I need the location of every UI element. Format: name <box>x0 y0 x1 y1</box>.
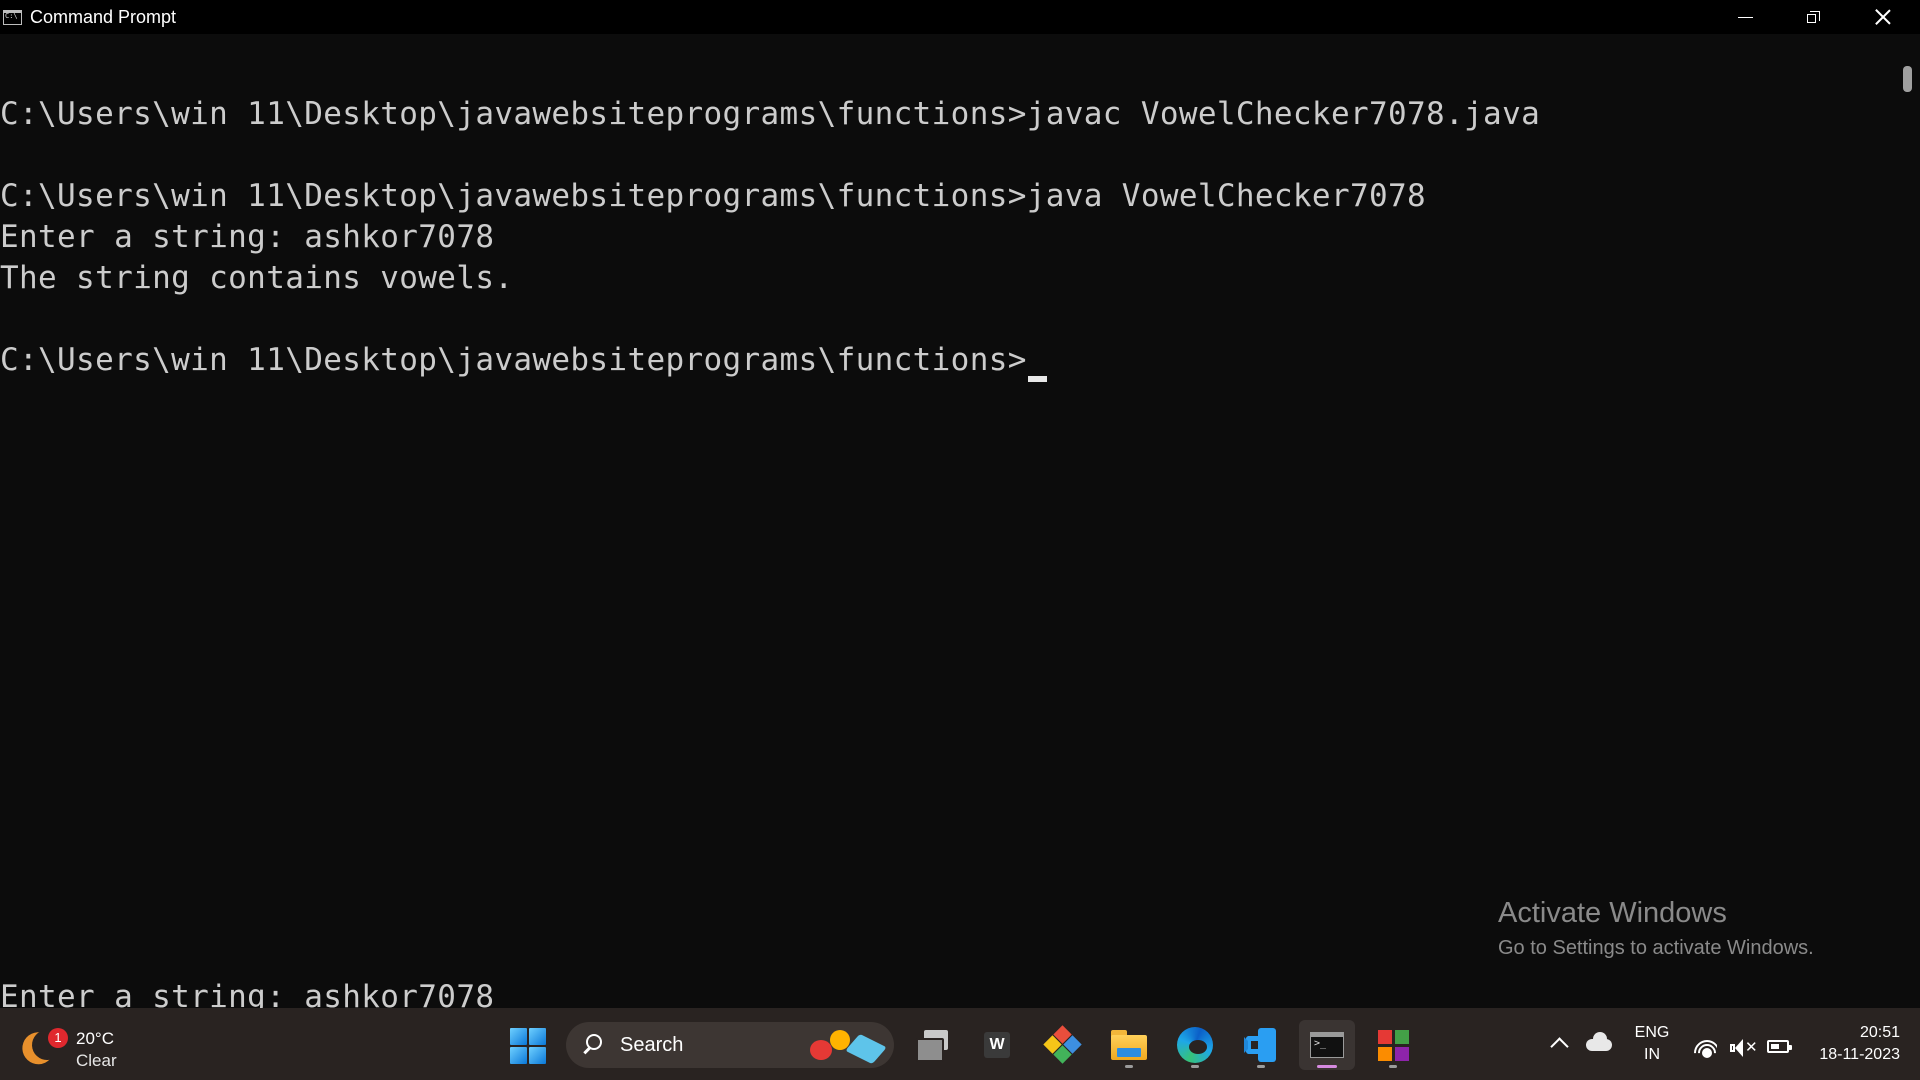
weather-badge: 1 <box>48 1028 68 1048</box>
windows-logo-icon <box>529 1028 546 1045</box>
apple-icon <box>810 1040 832 1060</box>
activation-watermark: Activate Windows Go to Settings to activ… <box>1498 895 1814 961</box>
running-indicator <box>1257 1065 1265 1068</box>
taskbar-search[interactable]: Search <box>566 1022 894 1068</box>
clock[interactable]: 20:51 18-11-2023 <box>1798 1022 1920 1066</box>
cmd-icon <box>3 10 22 25</box>
watermark-subtitle: Go to Settings to activate Windows. <box>1498 937 1814 959</box>
active-indicator <box>1317 1065 1337 1068</box>
tile-icon <box>845 1033 887 1065</box>
vertical-scrollbar[interactable] <box>1895 34 1920 1008</box>
office-icon <box>1377 1029 1409 1061</box>
windows-logo-icon <box>510 1028 527 1045</box>
clock-time: 20:51 <box>1859 1024 1900 1041</box>
start-button[interactable] <box>510 1028 546 1064</box>
taskbar-app-edge[interactable] <box>1167 1020 1223 1070</box>
text-cursor <box>1027 376 1047 382</box>
window-title: Command Prompt <box>30 7 177 27</box>
task-view-icon <box>914 1030 950 1062</box>
weather-condition: Clear <box>76 1051 117 1070</box>
windows-logo-icon <box>529 1047 546 1064</box>
windows-logo-icon <box>510 1047 527 1064</box>
console-line: C:\Users\win 11\Desktop\javawebsiteprogr… <box>0 178 1427 214</box>
word-icon: W <box>984 1032 1010 1058</box>
running-indicator <box>1191 1065 1199 1068</box>
edge-icon <box>1177 1027 1213 1063</box>
search-label: Search <box>620 1034 684 1056</box>
close-button[interactable] <box>1848 0 1918 34</box>
minimize-icon <box>1737 16 1753 18</box>
restore-button[interactable] <box>1778 0 1848 34</box>
console-line: Enter a string: ashkor7078 <box>0 219 495 255</box>
taskbar-app-vscode[interactable] <box>1233 1020 1289 1070</box>
volume-muted-icon[interactable]: ✕ <box>1730 1038 1758 1058</box>
close-icon <box>1875 9 1891 25</box>
onedrive-cloud-icon[interactable] <box>1586 1032 1612 1051</box>
battery-icon[interactable] <box>1767 1040 1792 1053</box>
vscode-icon <box>1244 1028 1278 1062</box>
search-highlight-icon <box>810 1028 890 1065</box>
scrollbar-thumb[interactable] <box>1903 66 1912 92</box>
chevron-up-icon[interactable] <box>1550 1037 1569 1056</box>
taskbar-app-file-explorer[interactable] <box>1101 1020 1157 1070</box>
wifi-icon[interactable] <box>1693 1036 1717 1060</box>
language-indicator[interactable]: ENG IN <box>1632 1022 1672 1066</box>
region-code: IN <box>1644 1046 1660 1063</box>
title-bar[interactable]: Command Prompt <box>0 0 1920 34</box>
command-prompt-icon <box>1310 1032 1344 1058</box>
console-line: The string contains vowels. <box>0 260 514 296</box>
taskbar-app-word[interactable]: W <box>969 1020 1025 1070</box>
console-prompt-line: C:\Users\win 11\Desktop\javawebsiteprogr… <box>0 340 1047 382</box>
console-output[interactable]: C:\Users\win 11\Desktop\javawebsiteprogr… <box>0 34 1895 1008</box>
weather-widget[interactable]: 1 20°C Clear <box>24 1024 134 1070</box>
running-indicator <box>1125 1065 1133 1068</box>
taskbar-app-office[interactable] <box>1365 1020 1421 1070</box>
restore-icon <box>1806 10 1820 24</box>
git-icon <box>1043 1025 1082 1064</box>
taskbar-app-command-prompt[interactable] <box>1299 1020 1355 1070</box>
clock-date: 18-11-2023 <box>1819 1046 1900 1063</box>
taskbar-app-task-view[interactable] <box>904 1020 960 1070</box>
minimize-button[interactable] <box>1710 0 1780 34</box>
language-code: ENG <box>1634 1024 1670 1041</box>
console-prompt: C:\Users\win 11\Desktop\javawebsiteprogr… <box>0 342 1027 378</box>
running-indicator <box>1389 1065 1397 1068</box>
taskbar-app-git[interactable] <box>1035 1020 1091 1070</box>
weather-temperature: 20°C <box>76 1029 114 1048</box>
file-explorer-icon <box>1111 1030 1147 1060</box>
watermark-title: Activate Windows <box>1498 897 1727 929</box>
console-line: Enter a string: ashkor7078 <box>0 979 495 1008</box>
taskbar: 1 20°C Clear Search W >_ ENG IN ✕ 20:51 … <box>0 1008 1920 1080</box>
console-line: C:\Users\win 11\Desktop\javawebsiteprogr… <box>0 96 1541 132</box>
search-icon <box>586 1034 602 1050</box>
